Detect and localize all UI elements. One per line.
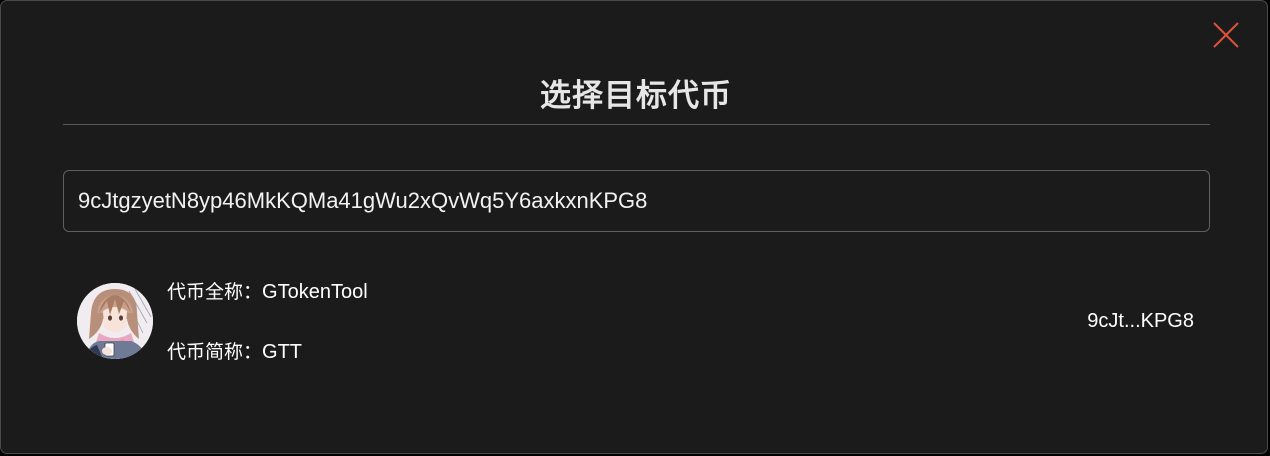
- dialog-title: 选择目标代币: [540, 78, 732, 114]
- token-address-input[interactable]: [78, 171, 1188, 231]
- token-full-name: GTokenTool: [262, 281, 368, 303]
- select-token-dialog: 选择目标代币 9cJtgzyetN8yp46MkKQMa41gWu2xQvWq5…: [0, 0, 1268, 454]
- anime-girl-avatar-icon: [77, 283, 153, 359]
- token-short-address: 9cJt...KPG8: [1087, 310, 1194, 332]
- token-symbol-line: 代币简称：GTT: [167, 340, 302, 364]
- token-search-box[interactable]: [63, 170, 1210, 232]
- close-icon: [1213, 22, 1239, 48]
- token-full-name-line: 代币全称：GTokenTool: [167, 280, 368, 304]
- close-button[interactable]: [1208, 17, 1242, 51]
- token-symbol: GTT: [262, 341, 303, 363]
- token-full-name-label: 代币全称：: [167, 281, 263, 303]
- token-avatar: [77, 283, 153, 359]
- token-symbol-label: 代币简称：: [167, 341, 263, 363]
- title-divider: [63, 124, 1210, 125]
- token-list-item[interactable]: 代币全称：GTokenTool 代币简称：GTT 9cJt...KPG8: [63, 263, 1210, 383]
